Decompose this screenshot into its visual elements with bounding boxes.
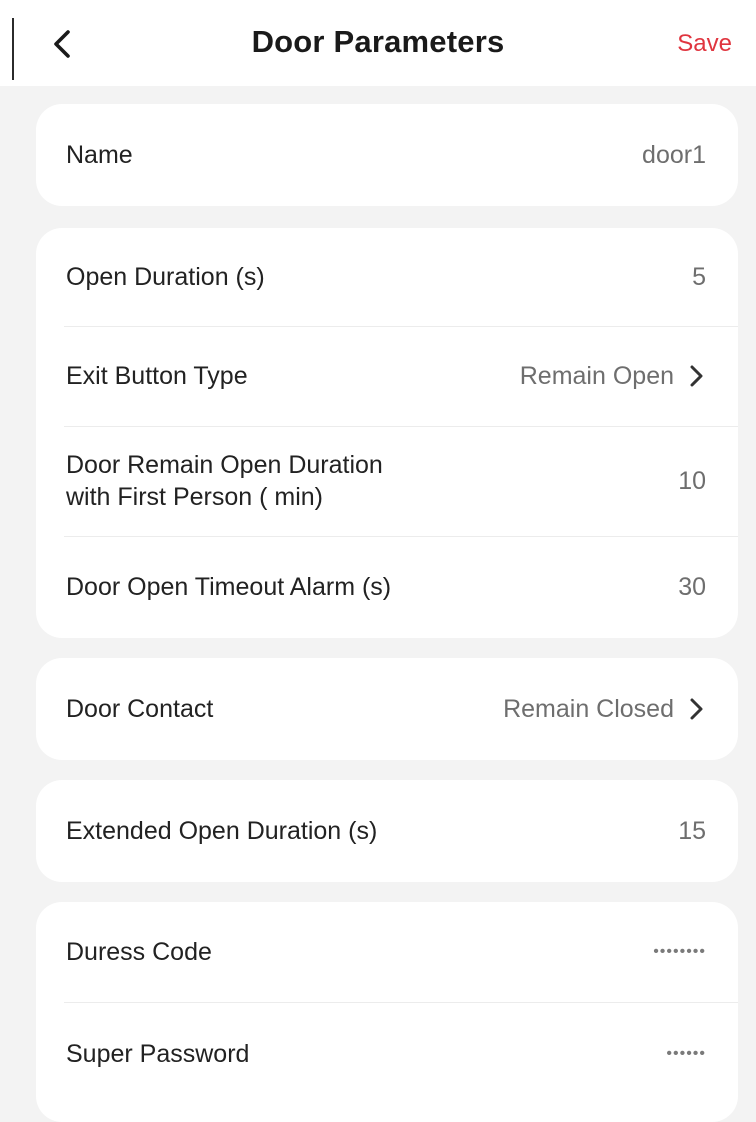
- extended-duration-row[interactable]: Extended Open Duration (s) 15: [36, 780, 738, 882]
- name-value: door1: [642, 140, 706, 169]
- name-value-wrap: door1: [642, 141, 706, 170]
- duress-code-row[interactable]: Duress Code ••••••••: [36, 902, 738, 1002]
- extended-duration-card: Extended Open Duration (s) 15: [36, 780, 738, 882]
- extended-duration-label: Extended Open Duration (s): [66, 817, 378, 845]
- exit-button-type-value-wrap: Remain Open: [520, 362, 706, 391]
- name-label: Name: [66, 141, 133, 169]
- door-contact-value-wrap: Remain Closed: [503, 695, 706, 724]
- door-contact-value: Remain Closed: [503, 694, 674, 723]
- timeout-alarm-value: 30: [678, 572, 706, 601]
- super-password-value-wrap: ••••••: [666, 1045, 706, 1063]
- duress-code-value-wrap: ••••••••: [653, 943, 706, 961]
- first-person-label-line2: with First Person ( min): [66, 483, 323, 511]
- extended-duration-value: 15: [678, 816, 706, 845]
- open-duration-label: Open Duration (s): [66, 263, 265, 291]
- exit-button-type-label: Exit Button Type: [66, 362, 248, 390]
- first-person-value-wrap: 10: [678, 467, 706, 496]
- chevron-right-icon: [690, 365, 703, 387]
- first-person-duration-row[interactable]: Door Remain Open Duration with First Per…: [36, 426, 738, 536]
- super-password-row[interactable]: Super Password ••••••: [36, 1002, 738, 1106]
- chevron-right-icon: [690, 698, 703, 720]
- timeout-alarm-label: Door Open Timeout Alarm (s): [66, 573, 392, 601]
- door-contact-card: Door Contact Remain Closed: [36, 658, 738, 760]
- open-duration-value: 5: [692, 262, 706, 291]
- open-duration-value-wrap: 5: [692, 263, 706, 292]
- page-title: Door Parameters: [251, 24, 505, 59]
- name-card: Name door1: [36, 104, 738, 206]
- exit-button-type-value: Remain Open: [519, 361, 674, 390]
- top-bar: Door Parameters Save: [0, 0, 756, 86]
- super-password-label: Super Password: [66, 1040, 250, 1068]
- first-person-label-line1: Door Remain Open Duration: [66, 451, 383, 479]
- first-person-duration-label: Door Remain Open Duration with First Per…: [66, 449, 383, 513]
- exit-button-type-row[interactable]: Exit Button Type Remain Open: [36, 326, 738, 426]
- super-password-masked-value: ••••••: [666, 1045, 706, 1062]
- first-person-duration-value: 10: [678, 466, 706, 495]
- timeout-alarm-row[interactable]: Door Open Timeout Alarm (s) 30: [36, 536, 738, 638]
- save-button[interactable]: Save: [677, 30, 732, 58]
- name-row[interactable]: Name door1: [36, 104, 738, 206]
- door-contact-row[interactable]: Door Contact Remain Closed: [36, 658, 738, 760]
- duress-code-label: Duress Code: [66, 938, 212, 966]
- open-duration-row[interactable]: Open Duration (s) 5: [36, 228, 738, 326]
- door-contact-label: Door Contact: [66, 695, 214, 723]
- extended-duration-value-wrap: 15: [678, 817, 706, 846]
- duress-code-masked-value: ••••••••: [653, 943, 706, 960]
- timing-card: Open Duration (s) 5 Exit Button Type Rem…: [36, 228, 738, 638]
- security-card: Duress Code •••••••• Super Password ••••…: [36, 902, 738, 1122]
- timeout-alarm-value-wrap: 30: [678, 573, 706, 602]
